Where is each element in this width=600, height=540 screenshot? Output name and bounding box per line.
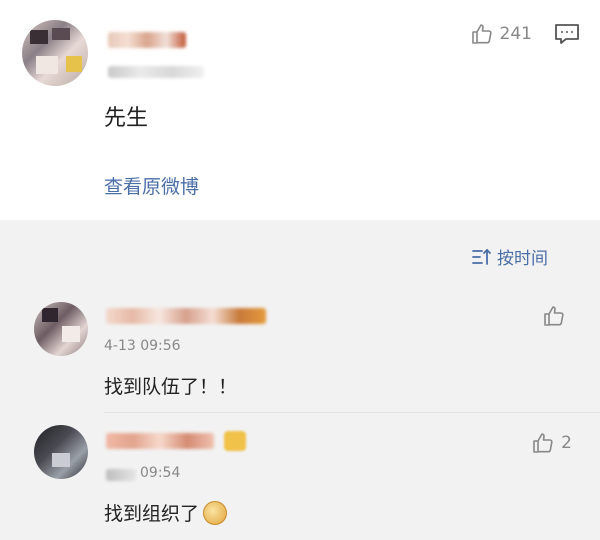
post-like-count: 241 [499,24,532,44]
comment-like-count: 2 [561,433,572,453]
doge-emoji-icon [203,500,228,525]
original-post-card: 241 先生 查看原微博 [0,0,600,220]
comment-text: 找到组织了 [104,503,200,525]
commenter-name[interactable] [106,308,266,324]
comment-item: 4-13 09:56 找到队伍了！！ [0,282,600,412]
comment-meta-prefix [106,469,136,481]
comment-like-icon[interactable] [542,304,566,328]
comment-text: 找到队伍了！！ [104,376,238,398]
comment-timestamp: 4-13 09:56 [104,338,181,354]
comment-like-button[interactable]: 2 [531,431,572,455]
post-like-button[interactable]: 241 [470,22,532,46]
post-content: 先生 [104,106,149,131]
sort-by-time-button[interactable]: 按时间 [471,244,548,269]
thumbs-up-icon [531,431,555,455]
thumbs-up-icon [470,22,494,46]
sort-icon [471,248,493,266]
comment-item: 09:54 找到组织了 2 [0,413,600,540]
vip-badge-icon [224,431,246,451]
comment-text-row: 找到组织了 [104,499,228,526]
comment-icon[interactable] [554,22,580,46]
post-meta-info [108,66,204,78]
commenter-avatar[interactable] [34,425,88,479]
commenter-name[interactable] [106,433,214,449]
sort-label: 按时间 [497,249,548,269]
post-author-name[interactable] [108,32,186,48]
commenter-avatar[interactable] [34,302,88,356]
view-original-post-link[interactable]: 查看原微博 [104,172,199,199]
post-author-avatar[interactable] [22,20,88,86]
comment-timestamp: 09:54 [140,465,181,481]
